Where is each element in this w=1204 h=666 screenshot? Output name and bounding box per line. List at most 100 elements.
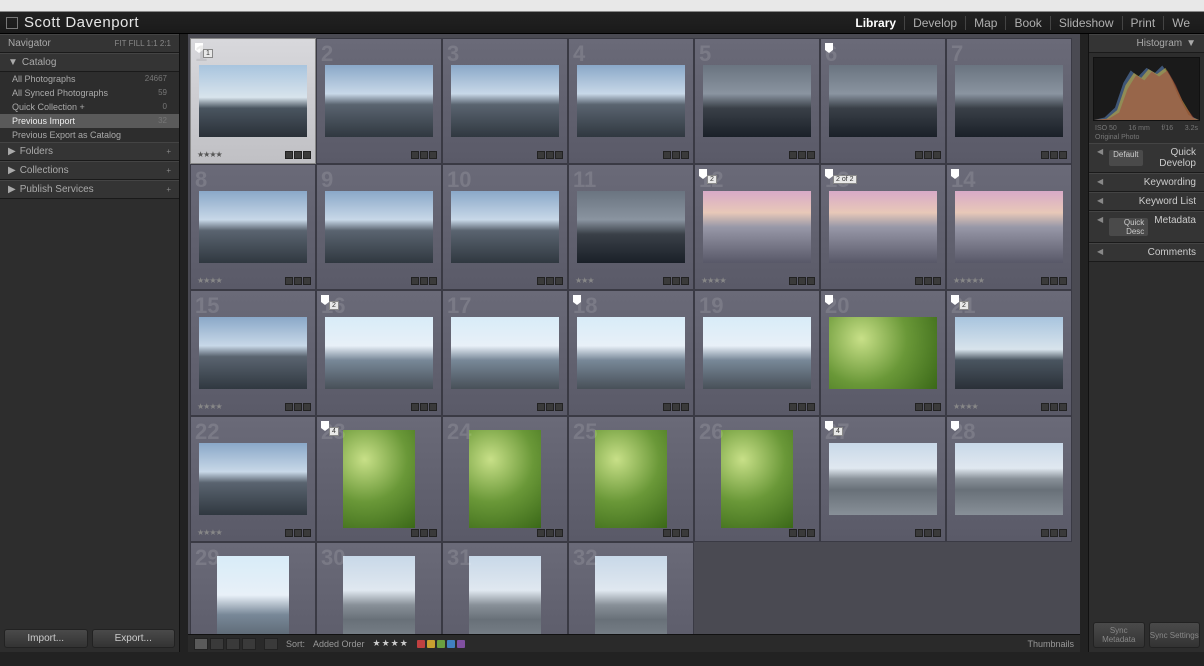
rating-stars[interactable]: ★★★★★ [953, 276, 984, 285]
publish-header[interactable]: ▶ Publish Services + [0, 180, 179, 199]
catalog-title: Catalog [22, 57, 56, 68]
thumbnail-cell[interactable]: 8★★★★ [190, 164, 316, 290]
catalog-item[interactable]: Quick Collection +0 [0, 100, 179, 114]
module-library[interactable]: Library [847, 16, 904, 30]
thumbnail-cell[interactable]: 29 [190, 542, 316, 634]
thumbnail-cell[interactable]: 10 [442, 164, 568, 290]
thumbnail-cell[interactable]: 28 [946, 416, 1072, 542]
thumbnail-cell[interactable]: 18 [568, 290, 694, 416]
thumbnail-cell[interactable]: 24 [442, 416, 568, 542]
thumbnail-cell[interactable]: 3 [442, 38, 568, 164]
color-label-filter[interactable] [417, 640, 465, 648]
rating-stars[interactable]: ★★★★ [953, 402, 978, 411]
thumbnail-cell[interactable]: 4 [568, 38, 694, 164]
folders-header[interactable]: ▶ Folders + [0, 142, 179, 161]
thumbnail-cell[interactable]: 26 [694, 416, 820, 542]
thumbnail-cell[interactable]: 274 [820, 416, 946, 542]
thumbnail-cell[interactable]: 122★★★★ [694, 164, 820, 290]
right-panel-quick-develop[interactable]: ◀DefaultQuick Develop [1089, 143, 1204, 173]
thumbnail-cell[interactable]: 11★★★ [568, 164, 694, 290]
survey-view-button[interactable] [242, 638, 256, 650]
thumbnail-cell[interactable]: 31 [442, 542, 568, 634]
right-panel-keywording[interactable]: ◀Keywording [1089, 173, 1204, 192]
thumbnail-cell[interactable]: 2 [316, 38, 442, 164]
grid-view-button[interactable] [194, 638, 208, 650]
thumbnail-cell[interactable]: 7 [946, 38, 1072, 164]
stack-badge[interactable]: 2 of 2 [833, 175, 857, 184]
thumbnail-cell[interactable]: 15★★★★ [190, 290, 316, 416]
thumbnail-cell[interactable]: 5 [694, 38, 820, 164]
thumbnail-cell[interactable]: 6 [820, 38, 946, 164]
color-dot[interactable] [427, 640, 435, 648]
rating-stars[interactable]: ★★★★ [701, 276, 726, 285]
loupe-view-button[interactable] [210, 638, 224, 650]
histogram-header[interactable]: Histogram ▼ [1089, 34, 1204, 53]
thumbnail-cell[interactable]: 30 [316, 542, 442, 634]
rating-stars[interactable]: ★★★★ [197, 276, 222, 285]
right-panel-keyword-list[interactable]: ◀Keyword List [1089, 192, 1204, 211]
navigator-modes[interactable]: FIT FILL 1:1 2:1 [115, 39, 171, 48]
stack-badge[interactable]: 2 [959, 301, 969, 310]
right-panel-comments[interactable]: ◀Comments [1089, 243, 1204, 262]
module-develop[interactable]: Develop [904, 16, 965, 30]
thumbnail-cell[interactable]: 20 [820, 290, 946, 416]
sync-metadata-button[interactable]: Sync Metadata [1093, 622, 1145, 648]
sync-settings-button[interactable]: Sync Settings [1149, 622, 1201, 648]
collections-header[interactable]: ▶ Collections + [0, 161, 179, 180]
left-panel-edge[interactable] [180, 34, 188, 652]
thumbnail-cell[interactable]: 212★★★★ [946, 290, 1072, 416]
module-print[interactable]: Print [1122, 16, 1164, 30]
histogram[interactable] [1093, 57, 1200, 121]
thumbnail-cell[interactable]: 132 of 2 [820, 164, 946, 290]
right-panel-metadata[interactable]: ◀Quick DescMetadata [1089, 211, 1204, 243]
rating-stars[interactable]: ★★★ [575, 276, 594, 285]
stack-badge[interactable]: 1 [203, 49, 213, 58]
catalog-item[interactable]: All Photographs24667 [0, 72, 179, 86]
rating-filter[interactable]: ★★★★ [373, 638, 409, 649]
preset-pill[interactable]: Default [1109, 150, 1142, 166]
sort-value[interactable]: Added Order [313, 639, 365, 649]
thumbnail-cell[interactable]: 32 [568, 542, 694, 634]
thumb-badges [537, 403, 563, 411]
catalog-item[interactable]: Previous Export as Catalog [0, 128, 179, 142]
thumbnail-cell[interactable]: 11★★★★ [190, 38, 316, 164]
stack-badge[interactable]: 2 [707, 175, 717, 184]
module-slideshow[interactable]: Slideshow [1050, 16, 1122, 30]
thumbnail-cell[interactable]: 234 [316, 416, 442, 542]
import-button[interactable]: Import... [4, 629, 88, 648]
catalog-item[interactable]: Previous Import32 [0, 114, 179, 128]
stack-badge[interactable]: 2 [329, 301, 339, 310]
rating-stars[interactable]: ★★★★ [197, 402, 222, 411]
color-dot[interactable] [447, 640, 455, 648]
rating-stars[interactable]: ★★★★ [197, 528, 222, 537]
module-map[interactable]: Map [965, 16, 1005, 30]
preset-pill[interactable]: Quick Desc [1109, 218, 1148, 236]
cell-index: 31 [447, 545, 471, 571]
color-dot[interactable] [417, 640, 425, 648]
stack-badge[interactable]: 4 [833, 427, 843, 436]
thumb-badges [915, 529, 941, 537]
thumbnail-cell[interactable]: 19 [694, 290, 820, 416]
painter-button[interactable] [264, 638, 278, 650]
compare-view-button[interactable] [226, 638, 240, 650]
catalog-item[interactable]: All Synced Photographs59 [0, 86, 179, 100]
color-dot[interactable] [437, 640, 445, 648]
module-we[interactable]: We [1163, 16, 1198, 30]
module-book[interactable]: Book [1005, 16, 1049, 30]
stack-badge[interactable]: 4 [329, 427, 339, 436]
cell-index: 3 [447, 41, 459, 67]
thumbnail-cell[interactable]: 14★★★★★ [946, 164, 1072, 290]
thumbnail-grid: 11★★★★2345678★★★★91011★★★122★★★★132 of 2… [188, 34, 1080, 634]
thumbnail-cell[interactable]: 25 [568, 416, 694, 542]
thumbnail-cell[interactable]: 22★★★★ [190, 416, 316, 542]
right-panel-edge[interactable] [1080, 34, 1088, 652]
export-button[interactable]: Export... [92, 629, 176, 648]
color-dot[interactable] [457, 640, 465, 648]
catalog-header[interactable]: ▼ Catalog [0, 53, 179, 72]
thumbnail-cell[interactable]: 9 [316, 164, 442, 290]
thumbnails-label: Thumbnails [1027, 639, 1074, 649]
rating-stars[interactable]: ★★★★ [197, 150, 222, 159]
thumbnail-cell[interactable]: 162 [316, 290, 442, 416]
thumbnail-cell[interactable]: 17 [442, 290, 568, 416]
navigator-header[interactable]: Navigator FIT FILL 1:1 2:1 [0, 34, 179, 53]
